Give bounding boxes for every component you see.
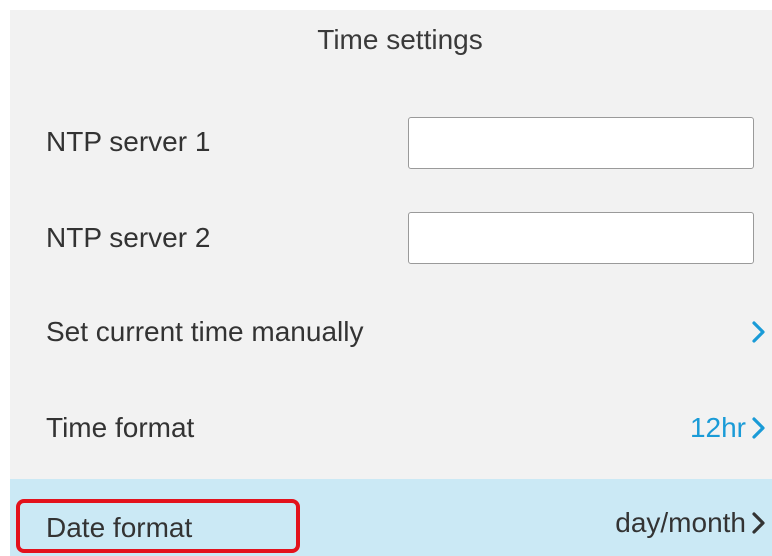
ntp-server-1-row: NTP server 1 xyxy=(10,92,772,188)
ntp-server-2-label: NTP server 2 xyxy=(46,222,211,253)
highlight-annotation xyxy=(16,499,300,553)
date-format-value: day/month xyxy=(615,507,746,538)
time-format-value: 12hr xyxy=(689,412,746,443)
set-current-time-row[interactable]: Set current time manually xyxy=(10,284,772,380)
set-current-time-label: Set current time manually xyxy=(46,316,364,347)
chevron-right-icon xyxy=(752,512,765,534)
ntp-server-2-row: NTP server 2 xyxy=(10,188,772,284)
chevron-right-icon xyxy=(752,321,765,343)
ntp-server-2-input[interactable] xyxy=(408,212,754,264)
time-settings-screen: Time settings NTP server 1 NTP server 2 … xyxy=(10,10,772,556)
time-format-label: Time format xyxy=(46,412,195,443)
chevron-right-icon xyxy=(752,417,765,439)
page-title: Time settings xyxy=(317,24,483,55)
time-format-row[interactable]: Time format 12hr xyxy=(10,380,772,476)
ntp-server-1-input[interactable] xyxy=(408,117,754,169)
ntp-server-1-label: NTP server 1 xyxy=(46,126,211,157)
